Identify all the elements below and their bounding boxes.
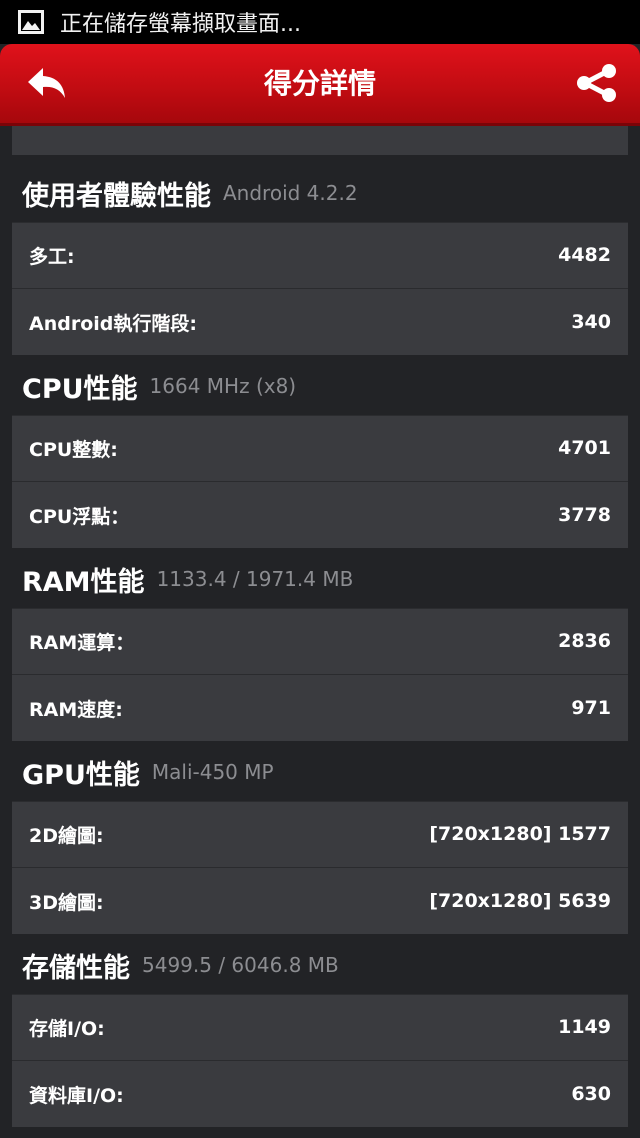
page-title: 得分詳情 [263,67,376,100]
score-label: 多工: [29,245,75,268]
score-value: 340 [571,311,611,333]
score-card-gpu: 2D繪圖: [720x1280] 1577 3D繪圖: [720x1280] 5… [12,801,628,934]
score-row-ram-operation[interactable]: RAM運算： 2836 [12,608,628,674]
section-header-cpu: CPU性能 1664 MHz (x8) [22,358,296,414]
score-label: 3D繪圖: [29,891,104,914]
score-value: 971 [571,697,611,719]
section-subtitle: Mali-450 MP [151,760,274,784]
score-row-runtime[interactable]: Android執行階段: 340 [12,288,628,355]
image-icon [18,10,44,34]
score-row-2d-graphics[interactable]: 2D繪圖: [720x1280] 1577 [12,801,628,867]
section-subtitle: 1664 MHz (x8) [149,374,297,398]
score-row-cpu-integer[interactable]: CPU整數: 4701 [12,415,628,481]
section-header-ram: RAM性能 1133.4 / 1971.4 MB [22,551,353,607]
score-label: 資料庫I/O: [29,1084,124,1107]
section-header-ux: 使用者體驗性能 Android 4.2.2 [22,165,358,221]
scroll-top-strip [12,126,628,155]
score-label: Android執行階段: [29,312,197,335]
score-value: 2836 [558,630,611,652]
score-row-ram-speed[interactable]: RAM速度: 971 [12,674,628,741]
section-subtitle: 5499.5 / 6046.8 MB [142,953,339,977]
score-value: 3778 [558,504,611,526]
score-label: RAM速度: [29,698,123,721]
score-value: 4482 [558,244,611,266]
score-card-ram: RAM運算： 2836 RAM速度: 971 [12,608,628,741]
back-arrow-icon [25,65,69,105]
score-value: 630 [571,1083,611,1105]
score-row-database-io[interactable]: 資料庫I/O: 630 [12,1060,628,1127]
section-title: GPU性能 [22,759,140,791]
section-title: 使用者體驗性能 [22,180,211,212]
score-row-storage-io[interactable]: 存儲I/O: 1149 [12,994,628,1060]
section-title: 存儲性能 [22,952,130,984]
section-subtitle: Android 4.2.2 [223,181,358,205]
score-row-cpu-float[interactable]: CPU浮點： 3778 [12,481,628,548]
score-value: [720x1280] 5639 [429,890,611,912]
section-subtitle: 1133.4 / 1971.4 MB [156,567,354,591]
score-row-multitask[interactable]: 多工: 4482 [12,222,628,288]
section-title: RAM性能 [22,566,145,598]
score-value: [720x1280] 1577 [429,823,611,845]
share-button[interactable] [572,62,622,108]
score-value: 4701 [558,437,611,459]
score-row-3d-graphics[interactable]: 3D繪圖: [720x1280] 5639 [12,867,628,934]
score-card-cpu: CPU整數: 4701 CPU浮點： 3778 [12,415,628,548]
score-label: 2D繪圖: [29,824,104,847]
score-label: CPU整數: [29,438,118,461]
section-header-storage: 存儲性能 5499.5 / 6046.8 MB [22,937,339,993]
back-button[interactable] [22,62,72,108]
status-notification-text: 正在儲存螢幕擷取畫面... [60,12,301,37]
app-bar: 得分詳情 [0,44,640,126]
score-label: RAM運算： [29,631,135,654]
score-value: 1149 [558,1016,611,1038]
section-title: CPU性能 [22,373,138,405]
score-card-storage: 存儲I/O: 1149 資料庫I/O: 630 [12,994,628,1127]
section-header-gpu: GPU性能 Mali-450 MP [22,744,274,800]
share-icon [575,63,619,107]
score-label: 存儲I/O: [29,1017,105,1040]
score-card-ux: 多工: 4482 Android執行階段: 340 [12,222,628,355]
score-label: CPU浮點： [29,505,130,528]
status-bar: 正在儲存螢幕擷取畫面... [0,0,640,44]
